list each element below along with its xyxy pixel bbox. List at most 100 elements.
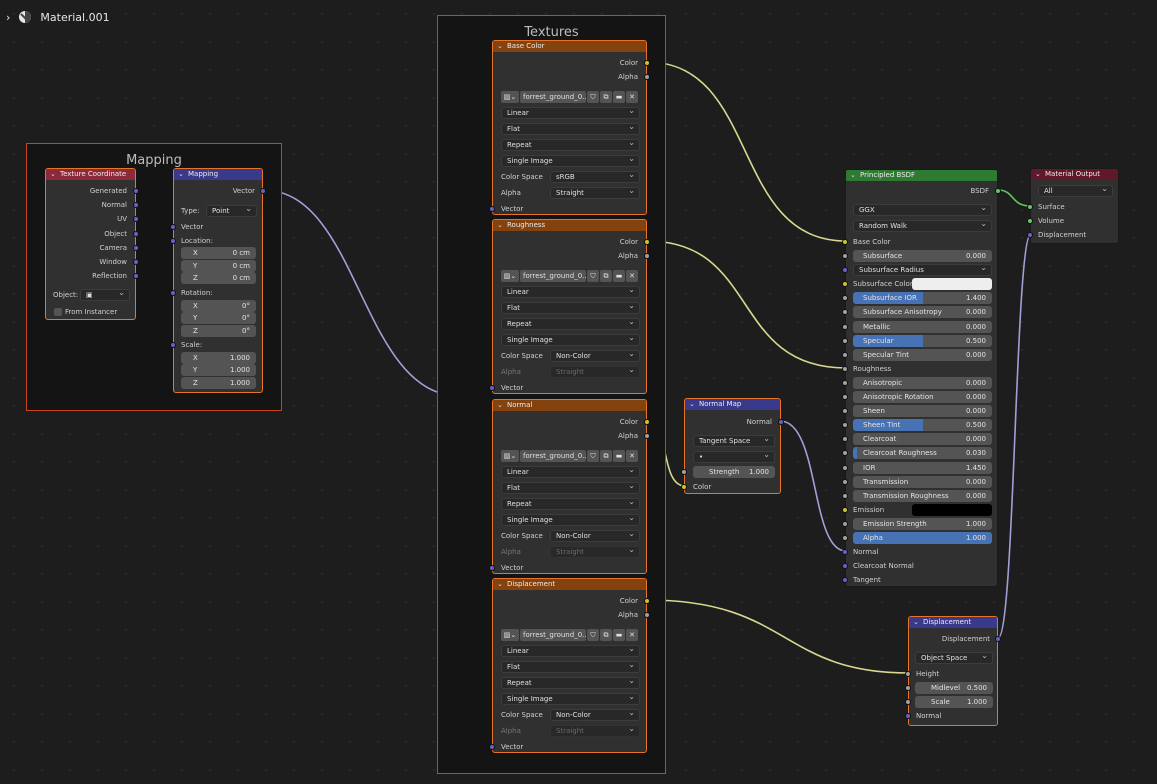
image-browse-icon[interactable]: ▨⌄ xyxy=(501,629,519,641)
socket[interactable] xyxy=(995,188,1001,194)
interpolation-dropdown[interactable]: Linear xyxy=(501,465,640,478)
ior-field[interactable]: IOR 1.450 xyxy=(853,461,992,474)
close-icon[interactable]: ✕ xyxy=(626,450,638,462)
scale-x-field[interactable]: X 1.000 xyxy=(181,352,256,364)
subsurface-radius-dropdown[interactable]: Subsurface Radius xyxy=(853,263,992,277)
source-dropdown[interactable]: Single Image xyxy=(501,513,640,526)
socket[interactable] xyxy=(842,422,848,429)
rotation-y-field[interactable]: Y 0° xyxy=(181,312,256,324)
socket[interactable] xyxy=(133,259,139,265)
socket[interactable] xyxy=(133,245,139,251)
socket[interactable] xyxy=(170,224,176,230)
socket[interactable] xyxy=(842,379,848,386)
socket[interactable] xyxy=(842,520,848,527)
socket[interactable] xyxy=(644,419,650,425)
sheen-tint-field[interactable]: Sheen Tint 0.500 xyxy=(853,419,992,432)
image-texture-header[interactable]: ⌄ Normal xyxy=(493,400,646,411)
socket[interactable] xyxy=(1027,204,1033,210)
normal-map-header[interactable]: ⌄ Normal Map xyxy=(685,399,780,410)
projection-dropdown[interactable]: Flat xyxy=(501,660,640,673)
alpha-mode-dropdown[interactable]: Straight xyxy=(550,724,640,737)
strength-field[interactable]: Strength 1.000 xyxy=(693,466,775,478)
subsurface-color-swatch[interactable] xyxy=(912,278,992,291)
duplicate-icon[interactable]: ⧉ xyxy=(600,629,612,641)
chevron-down-icon[interactable]: ⌄ xyxy=(497,579,503,590)
socket[interactable] xyxy=(842,267,848,274)
chevron-down-icon[interactable]: ⌄ xyxy=(1035,169,1041,180)
open-folder-icon[interactable]: ▬ xyxy=(613,270,625,282)
socket[interactable] xyxy=(644,612,650,618)
image-name-field[interactable]: forrest_ground_0... xyxy=(520,270,586,282)
target-dropdown[interactable]: All xyxy=(1038,184,1113,197)
projection-dropdown[interactable]: Flat xyxy=(501,122,640,135)
location-z-field[interactable]: Z 0 cm xyxy=(181,272,256,284)
socket[interactable] xyxy=(842,408,848,415)
metallic-field[interactable]: Metallic 0.000 xyxy=(853,320,992,333)
midlevel-field[interactable]: Midlevel 0.500 xyxy=(915,682,993,694)
color-space-dropdown[interactable]: Non-Color xyxy=(550,708,640,721)
socket[interactable] xyxy=(842,450,848,457)
socket[interactable] xyxy=(170,290,176,296)
chevron-down-icon[interactable]: ⌄ xyxy=(178,169,184,180)
socket[interactable] xyxy=(489,206,495,212)
socket[interactable] xyxy=(260,188,266,194)
close-icon[interactable]: ✕ xyxy=(626,270,638,282)
alpha-field[interactable]: Alpha 1.000 xyxy=(853,532,992,544)
color-space-dropdown[interactable]: Non-Color xyxy=(550,529,640,542)
socket[interactable] xyxy=(842,351,848,358)
socket[interactable] xyxy=(842,535,848,541)
principled-bsdf-node[interactable]: ⌄ Principled BSDF BSDF GGX Random Walk Ba… xyxy=(842,169,1001,587)
space-dropdown[interactable]: Tangent Space xyxy=(693,434,775,447)
image-browse-icon[interactable]: ▨⌄ xyxy=(501,270,519,282)
uv-map-field[interactable]: • xyxy=(693,450,775,463)
normal-map-node[interactable]: ⌄ Normal Map Normal Tangent Space • Stren… xyxy=(681,398,784,494)
socket[interactable] xyxy=(842,323,848,330)
socket[interactable] xyxy=(842,577,848,583)
fake-user-shield-icon[interactable]: ⛉ xyxy=(587,629,599,641)
fake-user-shield-icon[interactable]: ⛉ xyxy=(587,450,599,462)
socket[interactable] xyxy=(644,433,650,439)
type-dropdown[interactable]: Point xyxy=(206,204,257,217)
image-texture-node-normal[interactable]: ⌄ Normal Color Alpha ▨⌄ forrest_ground_0.… xyxy=(489,399,650,574)
location-x-field[interactable]: X 0 cm xyxy=(181,247,256,259)
material-output-node[interactable]: ⌄ Material Output All Surface Volume Disp… xyxy=(1027,168,1119,244)
socket[interactable] xyxy=(842,239,848,245)
rotation-z-field[interactable]: Z 0° xyxy=(181,325,256,337)
close-icon[interactable]: ✕ xyxy=(626,91,638,103)
scale-field[interactable]: Scale 1.000 xyxy=(915,696,993,708)
socket[interactable] xyxy=(133,188,139,194)
socket[interactable] xyxy=(133,216,139,222)
color-space-dropdown[interactable]: Non-Color xyxy=(550,349,640,362)
source-dropdown[interactable]: Single Image xyxy=(501,692,640,705)
socket[interactable] xyxy=(170,238,176,244)
alpha-mode-dropdown[interactable]: Straight xyxy=(550,186,640,199)
duplicate-icon[interactable]: ⧉ xyxy=(600,450,612,462)
subsurface-anisotropy-field[interactable]: Subsurface Anisotropy 0.000 xyxy=(853,306,992,319)
socket[interactable] xyxy=(842,337,848,344)
open-folder-icon[interactable]: ▬ xyxy=(613,450,625,462)
source-dropdown[interactable]: Single Image xyxy=(501,333,640,346)
socket[interactable] xyxy=(842,394,848,400)
texture-coordinate-header[interactable]: ⌄ Texture Coordinate xyxy=(46,169,135,180)
interpolation-dropdown[interactable]: Linear xyxy=(501,644,640,657)
socket[interactable] xyxy=(133,231,139,237)
image-name-field[interactable]: forrest_ground_0... xyxy=(520,91,586,103)
material-output-header[interactable]: ⌄ Material Output xyxy=(1031,169,1118,180)
socket[interactable] xyxy=(842,563,848,569)
socket[interactable] xyxy=(133,202,139,208)
socket[interactable] xyxy=(842,464,848,471)
socket[interactable] xyxy=(489,385,495,391)
socket[interactable] xyxy=(644,239,650,245)
scale-z-field[interactable]: Z 1.000 xyxy=(181,377,256,389)
chevron-down-icon[interactable]: ⌄ xyxy=(689,399,695,410)
displacement-node[interactable]: ⌄ Displacement Displacement Object Space … xyxy=(905,616,1001,726)
socket[interactable] xyxy=(1027,232,1033,238)
image-browse-icon[interactable]: ▨⌄ xyxy=(501,91,519,103)
chevron-down-icon[interactable]: ⌄ xyxy=(497,400,503,411)
socket[interactable] xyxy=(842,295,848,302)
image-texture-node-roughness[interactable]: ⌄ Roughness Color Alpha ▨⌄ forrest_ground… xyxy=(489,219,650,394)
scale-y-field[interactable]: Y 1.000 xyxy=(181,364,256,376)
chevron-down-icon[interactable]: ⌄ xyxy=(850,170,856,181)
socket[interactable] xyxy=(644,60,650,66)
image-texture-node-displacement[interactable]: ⌄ Displacement Color Alpha ▨⌄ forrest_gro… xyxy=(489,578,650,753)
